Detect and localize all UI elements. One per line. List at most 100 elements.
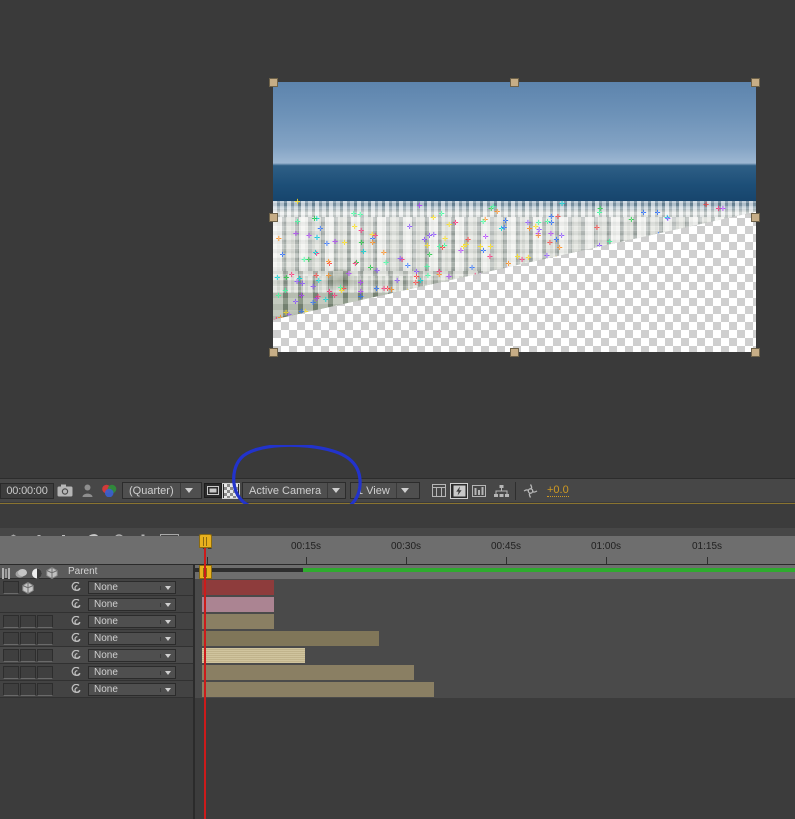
track-point[interactable]: ✛: [351, 211, 357, 218]
track-point[interactable]: ✛: [310, 284, 316, 291]
track-point[interactable]: ✛: [301, 257, 307, 264]
track-point[interactable]: ✛: [519, 256, 525, 263]
layer-switch-box[interactable]: [20, 649, 36, 662]
timeline-icon[interactable]: [468, 481, 490, 501]
3d-layer-icon[interactable]: [20, 581, 36, 594]
table-row[interactable]: None: [0, 681, 795, 698]
table-row[interactable]: None: [0, 647, 795, 664]
track-point[interactable]: ✛: [413, 279, 419, 286]
composition-viewer[interactable]: ✛ ✛ ✛ ✛ ✛ ✛ ✛ ✛ ✛ ✛ ✛ ✛ ✛ ✛ ✛ ✛ ✛ ✛ ✛ ✛ ✛ ✛ ✛ ✛ ✛ ✛ ✛ ✛ ✛ ✛ ✛ ✛ ✛ ✛ ✛ ✛ ✛ ✛ ✛ ✛…: [0, 0, 795, 473]
layer-timeline-lane[interactable]: [195, 596, 795, 613]
track-point[interactable]: ✛: [369, 231, 375, 238]
layer-switch-box[interactable]: [37, 615, 53, 628]
parent-dropdown[interactable]: None: [88, 632, 176, 645]
chevron-down-icon[interactable]: [160, 619, 175, 624]
color-channels-icon[interactable]: [98, 481, 120, 501]
track-point[interactable]: ✛: [316, 278, 322, 285]
layer-switches[interactable]: [3, 632, 53, 645]
parent-pickwhip-icon[interactable]: [70, 581, 82, 593]
track-point[interactable]: ✛: [326, 258, 332, 265]
layer-timeline-lane[interactable]: [195, 681, 795, 698]
track-point[interactable]: ✛: [665, 216, 671, 223]
track-point[interactable]: ✛: [555, 214, 561, 221]
transparency-grid-icon[interactable]: [222, 482, 240, 499]
track-point[interactable]: ✛: [440, 244, 446, 251]
track-point[interactable]: ✛: [282, 287, 288, 294]
track-point[interactable]: ✛: [280, 251, 286, 258]
track-point[interactable]: ✛: [361, 248, 367, 255]
track-point[interactable]: ✛: [547, 240, 553, 247]
track-point[interactable]: ✛: [374, 268, 380, 275]
current-time-field[interactable]: 00:00:00: [0, 482, 54, 499]
track-point[interactable]: ✛: [548, 231, 554, 238]
layer-switch-box[interactable]: [3, 581, 19, 594]
track-point[interactable]: ✛: [276, 293, 282, 300]
camera-view-dropdown[interactable]: Active Camera: [242, 482, 346, 499]
chevron-down-icon[interactable]: [327, 483, 344, 498]
track-point[interactable]: ✛: [536, 227, 542, 234]
track-point[interactable]: ✛: [417, 203, 423, 210]
table-row[interactable]: None: [0, 579, 795, 596]
parent-pickwhip-icon[interactable]: [70, 683, 82, 695]
layer-timeline-lane[interactable]: [195, 579, 795, 596]
layer-switch-box[interactable]: [37, 666, 53, 679]
title-action-safe-icon[interactable]: [428, 481, 450, 501]
track-point[interactable]: ✛: [480, 218, 486, 225]
timeline-ruler[interactable]: 0s00:15s00:30s00:45s01:00s01:15s: [0, 536, 795, 565]
layer-duration-bar[interactable]: [202, 580, 274, 595]
track-point[interactable]: ✛: [389, 287, 395, 294]
selection-handle[interactable]: [751, 348, 760, 357]
current-time-indicator-head[interactable]: [199, 534, 212, 548]
layer-switch-box[interactable]: [3, 615, 19, 628]
track-point[interactable]: ✛: [525, 254, 531, 261]
parent-dropdown[interactable]: None: [88, 666, 176, 679]
selection-handle[interactable]: [751, 78, 760, 87]
track-point[interactable]: ✛: [381, 286, 387, 293]
layer-switch-box[interactable]: [37, 649, 53, 662]
current-time-indicator-line[interactable]: [204, 548, 206, 819]
track-point[interactable]: ✛: [487, 243, 493, 250]
layer-duration-bar[interactable]: [202, 682, 434, 697]
selection-handle[interactable]: [510, 78, 519, 87]
layer-timeline-lane[interactable]: [195, 630, 795, 647]
track-point[interactable]: ✛: [394, 278, 400, 285]
layer-switch-box[interactable]: [20, 632, 36, 645]
track-point[interactable]: ✛: [359, 240, 365, 247]
track-point[interactable]: ✛: [313, 249, 319, 256]
track-point[interactable]: ✛: [383, 259, 389, 266]
track-point[interactable]: ✛: [405, 262, 411, 269]
track-point[interactable]: ✛: [527, 226, 533, 233]
track-point[interactable]: ✛: [339, 288, 345, 295]
track-point[interactable]: ✛: [426, 233, 432, 240]
view-layout-dropdown[interactable]: 1 View: [350, 482, 420, 499]
chevron-down-icon[interactable]: [160, 687, 175, 692]
track-point[interactable]: ✛: [557, 245, 563, 252]
track-point[interactable]: ✛: [720, 206, 726, 213]
track-point[interactable]: ✛: [289, 272, 295, 279]
layer-switches[interactable]: [3, 615, 53, 628]
layer-timeline-lane[interactable]: [195, 647, 795, 664]
track-point[interactable]: ✛: [655, 209, 661, 216]
track-point[interactable]: ✛: [494, 209, 500, 216]
parent-dropdown[interactable]: None: [88, 598, 176, 611]
track-point[interactable]: ✛: [299, 281, 305, 288]
chevron-down-icon[interactable]: [179, 483, 197, 498]
parent-pickwhip-icon[interactable]: [70, 598, 82, 610]
track-point[interactable]: ✛: [478, 243, 484, 250]
track-point[interactable]: ✛: [594, 225, 600, 232]
region-of-interest-icon[interactable]: [204, 483, 222, 498]
table-row[interactable]: None: [0, 664, 795, 681]
parent-dropdown[interactable]: None: [88, 649, 176, 662]
track-point[interactable]: ✛: [357, 212, 363, 219]
track-point[interactable]: ✛: [323, 297, 329, 304]
track-point[interactable]: ✛: [453, 220, 459, 227]
layer-switches[interactable]: [3, 649, 53, 662]
layer-duration-bar[interactable]: [202, 665, 414, 680]
selection-handle[interactable]: [269, 213, 278, 222]
track-point[interactable]: ✛: [370, 239, 376, 246]
track-point[interactable]: ✛: [535, 233, 541, 240]
parent-pickwhip-icon[interactable]: [70, 649, 82, 661]
track-point[interactable]: ✛: [628, 216, 634, 223]
table-row[interactable]: None: [0, 596, 795, 613]
layer-switch-box[interactable]: [20, 615, 36, 628]
